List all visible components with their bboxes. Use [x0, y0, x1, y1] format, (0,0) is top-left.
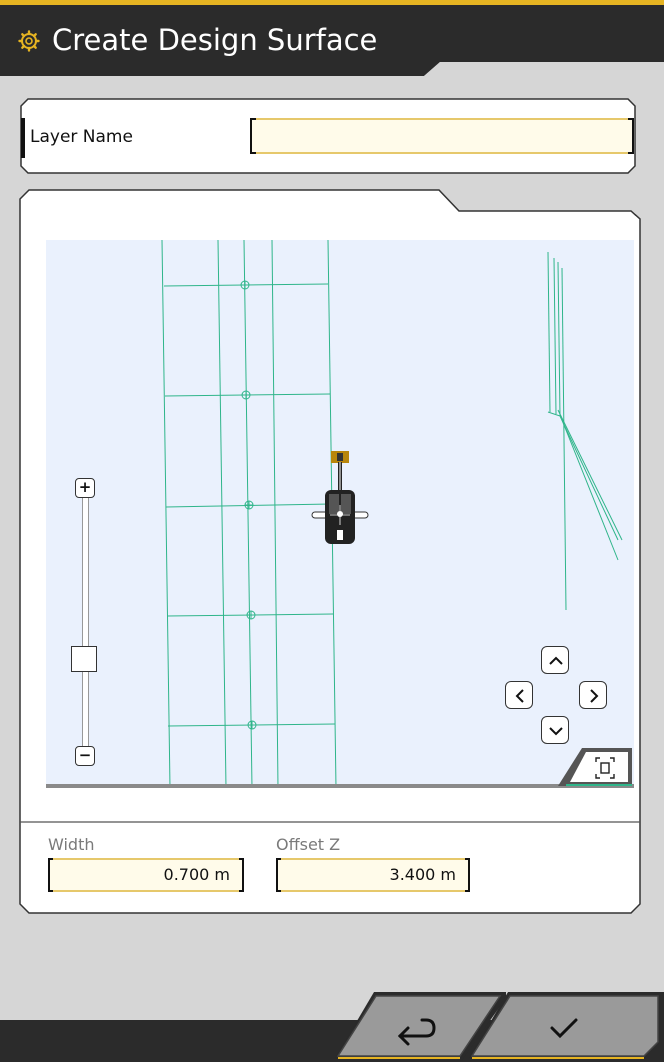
map-drawing [161, 240, 623, 788]
offset-bracket-right [465, 858, 470, 892]
pan-down-button[interactable] [541, 716, 569, 744]
gear-icon [18, 30, 40, 52]
pan-right-button[interactable] [579, 681, 607, 709]
chevron-up-icon [549, 656, 563, 665]
zoom-slider-thumb[interactable] [71, 646, 97, 672]
layer-name-label: Layer Name [30, 127, 133, 147]
fit-view-shape [558, 748, 632, 786]
chevron-right-icon [590, 689, 599, 703]
header-bar: Create Design Surface [0, 0, 664, 98]
confirm-button[interactable] [464, 990, 664, 1062]
zoom-slider-track[interactable] [82, 494, 89, 750]
offset-z-value: 3.400 m [389, 865, 456, 884]
map-baseline [46, 784, 634, 788]
input-bracket-right [628, 118, 634, 154]
excavator-icon [311, 451, 369, 544]
page-title: Create Design Surface [52, 23, 378, 57]
chevron-left-icon [515, 689, 524, 703]
width-bracket-right [239, 858, 244, 892]
offset-bracket-left [276, 858, 281, 892]
layer-name-input[interactable] [252, 119, 632, 153]
width-field[interactable]: 0.700 m [48, 858, 244, 892]
pan-up-button[interactable] [541, 646, 569, 674]
zoom-out-button[interactable]: − [75, 746, 95, 766]
width-value: 0.700 m [163, 865, 230, 884]
offset-z-label: Offset Z [276, 835, 341, 854]
chevron-down-icon [549, 727, 563, 736]
offset-z-field[interactable]: 3.400 m [276, 858, 470, 892]
map-view[interactable] [46, 240, 634, 788]
input-border-bottom [252, 152, 630, 154]
pan-left-button[interactable] [505, 681, 533, 709]
layer-marker [21, 118, 25, 158]
fit-view-button[interactable] [556, 744, 634, 788]
input-bracket-left [250, 118, 256, 154]
zoom-in-button[interactable]: + [75, 478, 95, 498]
width-bracket-left [48, 858, 53, 892]
width-label: Width [48, 835, 95, 854]
input-border-top [252, 118, 630, 120]
